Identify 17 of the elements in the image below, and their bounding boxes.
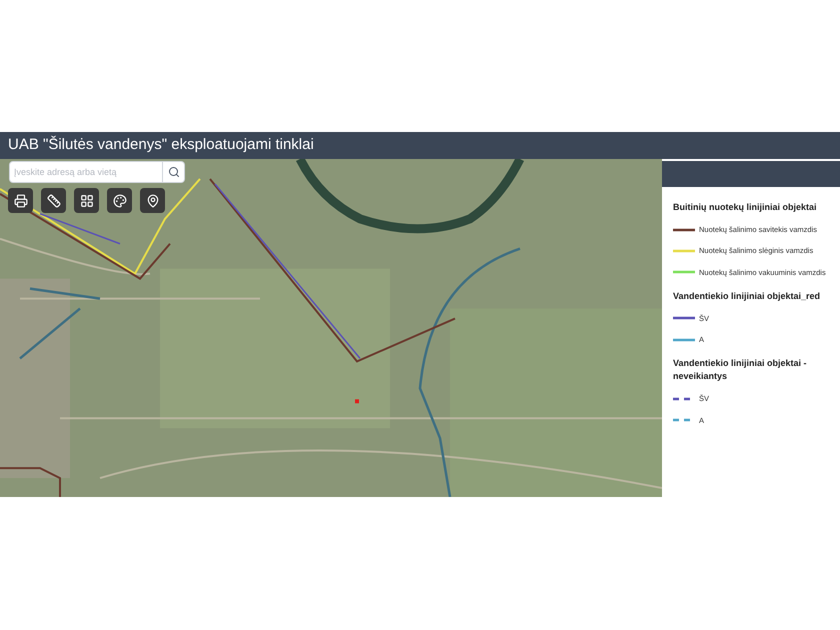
map-pin-icon xyxy=(146,194,160,208)
grid-button[interactable] xyxy=(74,188,99,213)
map-pin-button[interactable] xyxy=(140,188,165,213)
legend-group-title: Vandentiekio linijiniai objektai_red xyxy=(673,290,822,303)
search-icon xyxy=(168,166,180,178)
search-field[interactable]: Įveskite adresą arba vietą xyxy=(9,161,163,183)
legend-group-title: Vandentiekio linijiniai objektai - neveikiantys xyxy=(673,357,808,384)
ruler-button[interactable] xyxy=(41,188,66,213)
search-button[interactable] xyxy=(163,161,185,183)
window-title: UAB "Šilutės vandenys" eksploatuojami tinklai xyxy=(8,134,314,156)
palette-icon xyxy=(112,194,126,208)
print-icon xyxy=(14,194,28,208)
ruler-icon xyxy=(46,194,60,208)
legend-group-title: Buitinių nuotekų linijiniai objektai xyxy=(673,201,818,214)
print-button[interactable] xyxy=(8,188,33,213)
palette-button[interactable] xyxy=(107,188,132,213)
grid-icon xyxy=(80,194,94,208)
